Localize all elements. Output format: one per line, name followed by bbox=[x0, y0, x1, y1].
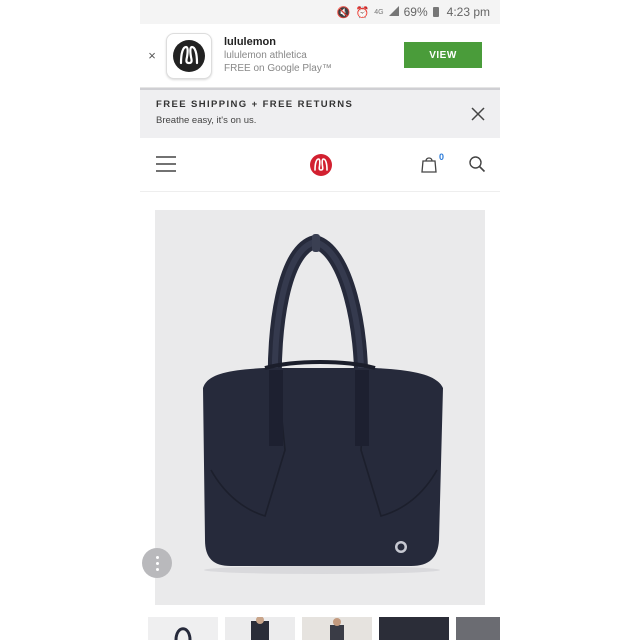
close-icon[interactable] bbox=[470, 106, 486, 122]
thumbnail-4[interactable] bbox=[379, 617, 449, 640]
model-thumbnail-icon bbox=[251, 617, 269, 640]
clock: 4:23 pm bbox=[446, 5, 490, 19]
app-developer: lululemon athletica bbox=[224, 50, 307, 61]
dot-icon bbox=[155, 561, 159, 565]
thumbnail-5[interactable] bbox=[456, 617, 500, 640]
app-store-note: FREE on Google Play™ bbox=[224, 63, 332, 74]
thumbnail-3[interactable] bbox=[302, 617, 372, 640]
more-options-button[interactable] bbox=[142, 548, 172, 578]
phone-screen: 🔇 ⏰ 4G 69% 4:23 pm × lululemon lululemon… bbox=[140, 0, 500, 640]
dot-icon bbox=[155, 555, 159, 559]
network-icon: 4G bbox=[374, 8, 384, 16]
app-info: lululemon lululemon athletica FREE on Go… bbox=[224, 36, 332, 75]
search-icon[interactable] bbox=[468, 155, 486, 173]
model-thumbnail-icon bbox=[330, 618, 344, 640]
top-nav: 0 bbox=[140, 138, 500, 192]
product-image[interactable] bbox=[155, 210, 485, 605]
bag-count-badge: 0 bbox=[438, 152, 444, 162]
dot-icon bbox=[155, 567, 159, 571]
signal-icon bbox=[388, 5, 399, 19]
promo-title: FREE SHIPPING + FREE RETURNS bbox=[156, 99, 354, 110]
bag-handle-thumbnail-icon bbox=[174, 627, 192, 640]
battery-icon bbox=[432, 7, 439, 17]
promo-subtitle: Breathe easy, it's on us. bbox=[156, 115, 257, 126]
thumbnail-2[interactable] bbox=[225, 617, 295, 640]
view-app-button[interactable]: VIEW bbox=[404, 42, 482, 68]
app-icon[interactable] bbox=[166, 32, 212, 79]
app-name: lululemon bbox=[224, 36, 276, 48]
thumbnail-1[interactable] bbox=[148, 617, 218, 640]
banner-close-button[interactable]: × bbox=[142, 48, 162, 63]
alarm-icon: ⏰ bbox=[355, 6, 370, 19]
hamburger-menu-icon[interactable] bbox=[156, 156, 176, 172]
app-install-banner: × lululemon lululemon athletica FREE on … bbox=[140, 24, 500, 88]
thumbnail-strip bbox=[148, 617, 500, 640]
tote-bag-illustration bbox=[203, 234, 443, 574]
battery-percent: 69% bbox=[403, 5, 428, 19]
shipping-promo-banner: FREE SHIPPING + FREE RETURNS Breathe eas… bbox=[140, 88, 500, 138]
mute-icon: 🔇 bbox=[336, 6, 351, 19]
lululemon-logo-icon bbox=[173, 39, 205, 72]
shopping-bag-icon[interactable] bbox=[420, 155, 438, 173]
lululemon-logo-icon[interactable] bbox=[310, 154, 332, 176]
status-bar: 🔇 ⏰ 4G 69% 4:23 pm bbox=[140, 0, 500, 24]
